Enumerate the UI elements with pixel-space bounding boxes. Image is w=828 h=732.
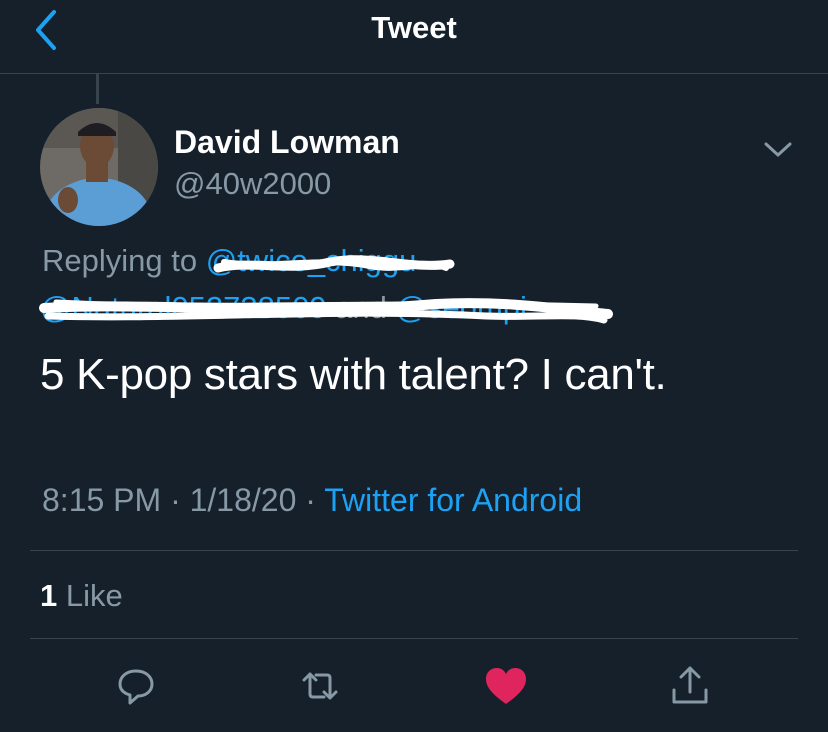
author-handle[interactable]: @40w2000 bbox=[174, 166, 331, 202]
divider bbox=[30, 550, 798, 551]
reply-button[interactable] bbox=[112, 662, 160, 710]
mention-link[interactable]: @seompi bbox=[396, 290, 527, 326]
chevron-down-icon bbox=[764, 142, 792, 157]
tweet-meta: 8:15 PM · 1/18/20 · Twitter for Android bbox=[42, 482, 582, 519]
replying-to-line: Replying to @twice_chiggu bbox=[42, 243, 416, 279]
retweet-button[interactable] bbox=[296, 662, 344, 710]
like-count-label: Like bbox=[65, 578, 123, 613]
tweet-options-button[interactable] bbox=[760, 136, 796, 164]
tweet-date: 1/18/20 bbox=[189, 482, 297, 518]
thread-connector bbox=[96, 74, 99, 104]
meta-separator: · bbox=[296, 482, 325, 518]
reply-icon bbox=[118, 669, 154, 705]
divider bbox=[30, 638, 798, 639]
replying-to-label: Replying to bbox=[42, 243, 198, 278]
share-icon bbox=[672, 666, 708, 704]
top-bar: Tweet bbox=[0, 0, 828, 74]
heart-icon bbox=[486, 668, 526, 704]
mention-link[interactable]: @twice_chiggu bbox=[206, 243, 417, 279]
share-button[interactable] bbox=[666, 662, 714, 710]
like-button[interactable] bbox=[482, 662, 530, 710]
likes-count[interactable]: 1 Like bbox=[40, 578, 123, 614]
avatar[interactable] bbox=[40, 108, 158, 226]
retweet-icon bbox=[302, 672, 338, 700]
page-title: Tweet bbox=[371, 10, 457, 45]
meta-separator: · bbox=[161, 482, 190, 518]
replying-to-line-2: @Natural052738509 and @seompi bbox=[40, 290, 527, 326]
tweet-text: 5 K-pop stars with talent? I can't. bbox=[40, 350, 667, 399]
author-name[interactable]: David Lowman bbox=[174, 124, 400, 161]
mention-link[interactable]: @Natural052738509 bbox=[40, 290, 327, 326]
like-count-number: 1 bbox=[40, 578, 58, 613]
and-text: and bbox=[326, 290, 396, 325]
tweet-source-link[interactable]: Twitter for Android bbox=[324, 482, 582, 518]
tweet-time: 8:15 PM bbox=[42, 482, 162, 518]
